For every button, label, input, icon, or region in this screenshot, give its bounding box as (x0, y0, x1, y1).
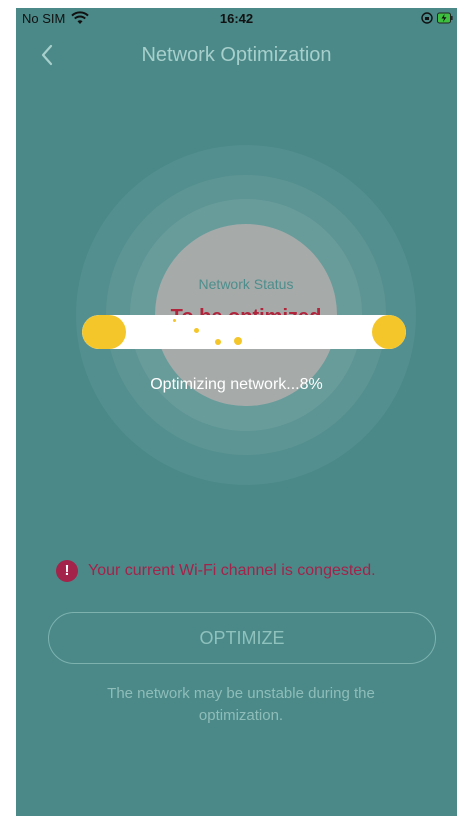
optimization-note: The network may be unstable during the o… (107, 685, 375, 724)
progress-dot (215, 339, 221, 345)
app-screen: No SIM 16:42 Network Optimization Networ… (16, 8, 457, 816)
status-bar: No SIM 16:42 (16, 8, 457, 30)
progress-dot (173, 319, 176, 322)
rotation-lock-icon (421, 12, 433, 24)
progress-dot (194, 328, 199, 333)
progress-end-cap (372, 315, 406, 349)
page-title: Network Optimization (141, 44, 332, 66)
nav-bar: Network Optimization (16, 38, 457, 74)
progress-text: Optimizing network...8% (150, 376, 323, 393)
exclamation-icon: ! (56, 560, 78, 582)
optimize-button[interactable]: OPTIMIZE (48, 612, 436, 664)
network-status-label: Network Status (198, 276, 294, 292)
optimization-progress-bar (82, 315, 406, 349)
progress-dot (234, 337, 242, 345)
clock: 16:42 (219, 11, 254, 26)
warning-text: Your current Wi-Fi channel is congested. (88, 562, 376, 579)
warning-message: ! Your current Wi-Fi channel is congeste… (56, 560, 436, 584)
battery-charging-icon (437, 12, 453, 24)
progress-fill (82, 315, 126, 349)
